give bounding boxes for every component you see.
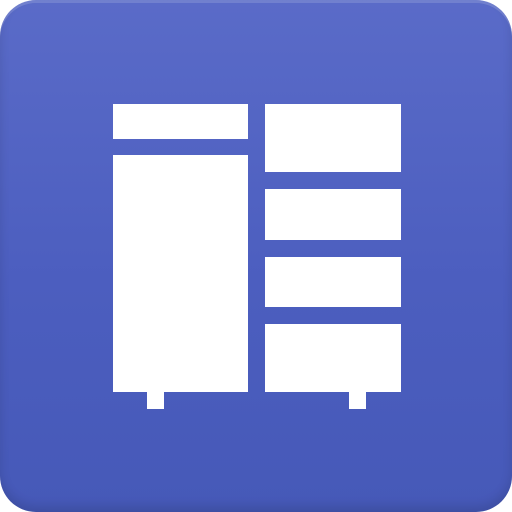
wardrobe-drawer-3: [265, 257, 401, 307]
wardrobe-drawer-4: [265, 324, 401, 392]
wardrobe-icon: [113, 104, 401, 409]
wardrobe-leg-right: [349, 392, 366, 409]
app-icon-canvas: [0, 0, 512, 512]
wardrobe-leg-left: [147, 392, 164, 409]
wardrobe-drawer-1: [265, 104, 401, 172]
wardrobe-drawer-2: [265, 189, 401, 240]
wardrobe-tall-door: [113, 155, 248, 392]
wardrobe-top-shelf: [113, 104, 248, 139]
